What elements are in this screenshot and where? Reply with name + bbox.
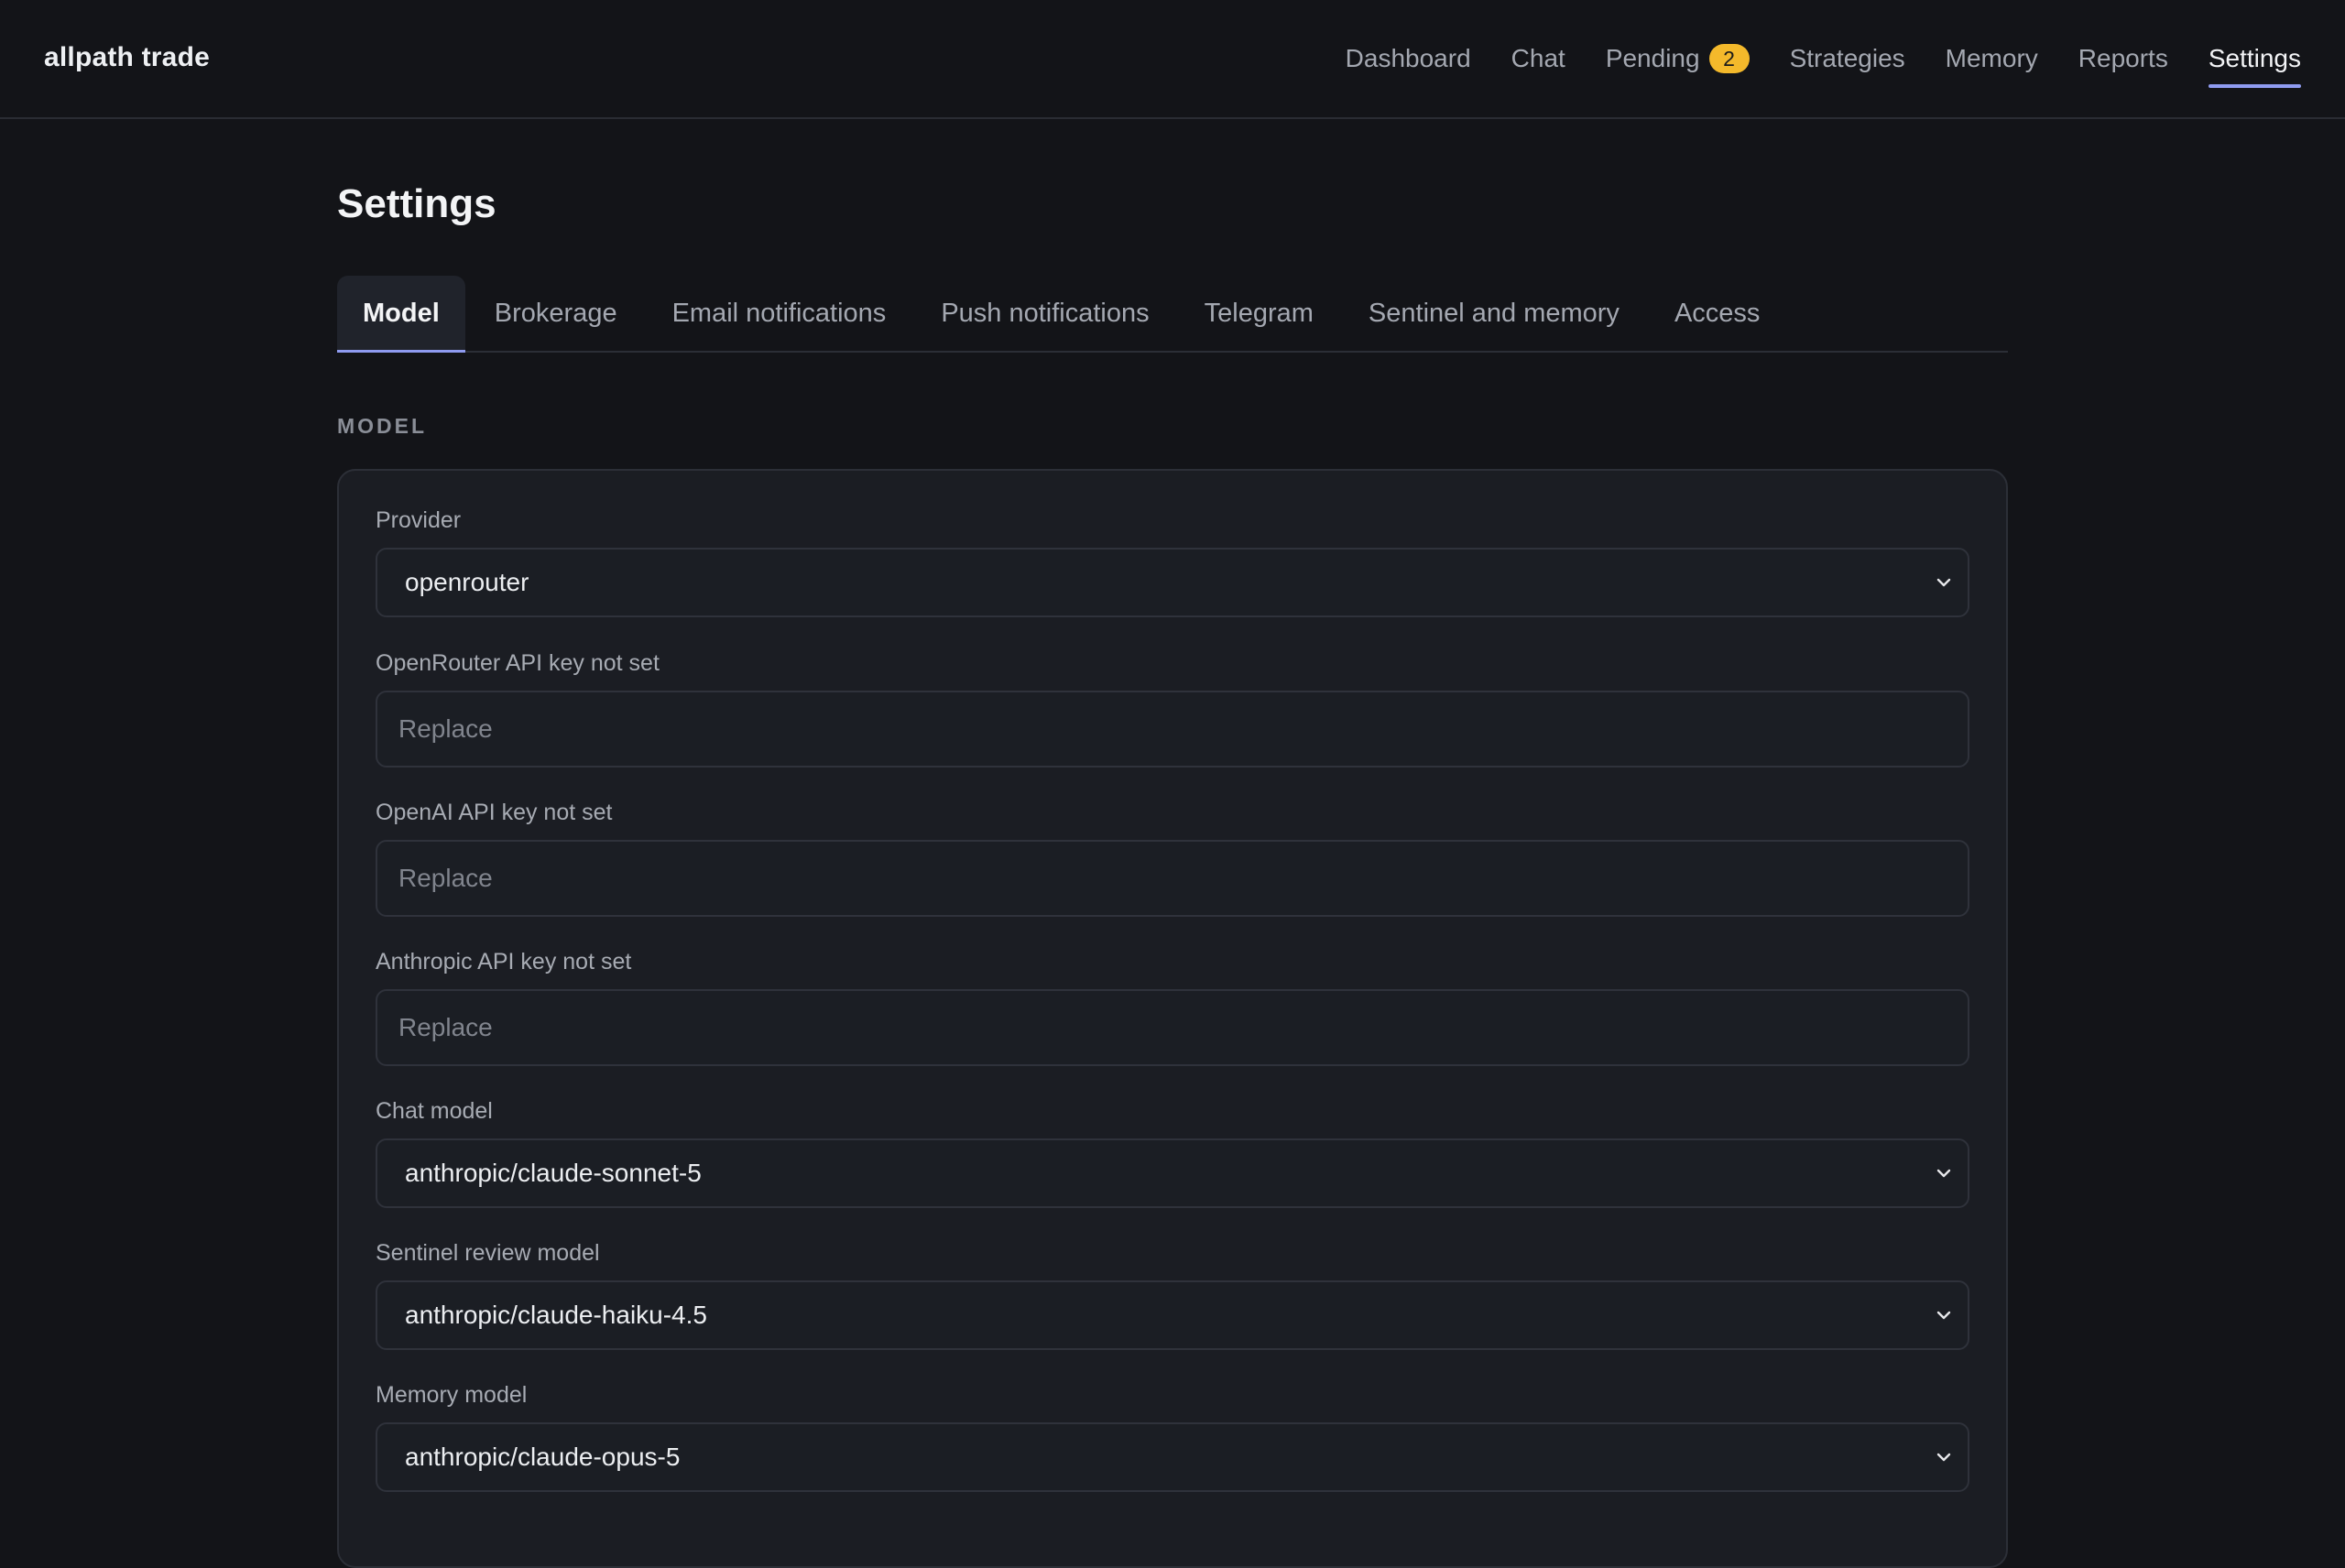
nav-item-settings[interactable]: Settings — [2208, 0, 2302, 117]
provider-value: openrouter — [405, 568, 529, 596]
tab-email-notifications[interactable]: Email notifications — [647, 276, 912, 351]
memory-model-label: Memory model — [376, 1382, 528, 1408]
openrouter-key-input[interactable]: Replace — [376, 691, 1969, 768]
anthropic-key-input[interactable]: Replace — [376, 989, 1969, 1066]
tab-telegram[interactable]: Telegram — [1179, 276, 1339, 351]
chevron-down-icon — [1936, 578, 1951, 587]
nav-item-reports[interactable]: Reports — [2078, 0, 2168, 117]
memory-model-select[interactable]: anthropic/claude-opus-5 — [376, 1422, 1969, 1492]
main-nav: Dashboard Chat Pending 2 Strategies Memo… — [1346, 0, 2302, 117]
nav-item-label: Pending — [1605, 44, 1700, 72]
provider-label: Provider — [376, 507, 462, 533]
sentinel-model-select[interactable]: anthropic/claude-haiku-4.5 — [376, 1280, 1969, 1350]
memory-model-value: anthropic/claude-opus-5 — [405, 1443, 681, 1471]
model-settings-card: Provider openrouter OpenRouter API key n… — [337, 469, 2008, 1568]
openai-key-label: OpenAI API key not set — [376, 800, 613, 825]
provider-select[interactable]: openrouter — [376, 548, 1969, 617]
nav-item-label: Dashboard — [1345, 44, 1471, 72]
openrouter-key-placeholder: Replace — [398, 714, 493, 743]
tab-access[interactable]: Access — [1649, 276, 1785, 351]
chevron-down-icon — [1936, 1453, 1951, 1462]
anthropic-key-placeholder: Replace — [398, 1013, 493, 1041]
section-heading: MODEL — [337, 414, 428, 438]
chat-model-label: Chat model — [376, 1098, 493, 1124]
brand-logo[interactable]: allpath trade — [44, 42, 210, 73]
nav-item-memory[interactable]: Memory — [1946, 0, 2038, 117]
sentinel-model-label: Sentinel review model — [376, 1240, 600, 1266]
nav-item-dashboard[interactable]: Dashboard — [1346, 0, 1471, 117]
nav-item-label: Reports — [2078, 44, 2168, 72]
nav-item-label: Strategies — [1789, 44, 1905, 72]
tab-push-notifications[interactable]: Push notifications — [915, 276, 1174, 351]
settings-tabs: Model Brokerage Email notifications Push… — [337, 276, 2008, 353]
chevron-down-icon — [1936, 1169, 1951, 1178]
openai-key-placeholder: Replace — [398, 864, 493, 892]
nav-item-label: Settings — [2208, 44, 2301, 72]
chat-model-select[interactable]: anthropic/claude-sonnet-5 — [376, 1138, 1969, 1208]
nav-item-strategies[interactable]: Strategies — [1790, 0, 1905, 117]
nav-item-pending[interactable]: Pending 2 — [1606, 0, 1750, 117]
openai-key-input[interactable]: Replace — [376, 840, 1969, 917]
nav-item-label: Memory — [1945, 44, 2038, 72]
anthropic-key-label: Anthropic API key not set — [376, 949, 632, 975]
tab-brokerage[interactable]: Brokerage — [469, 276, 643, 351]
chevron-down-icon — [1936, 1311, 1951, 1320]
pending-count-badge: 2 — [1708, 44, 1750, 73]
page-title: Settings — [337, 181, 496, 226]
top-navbar: allpath trade Dashboard Chat Pending 2 S… — [0, 0, 2345, 119]
chat-model-value: anthropic/claude-sonnet-5 — [405, 1159, 702, 1187]
tab-model[interactable]: Model — [337, 276, 465, 353]
nav-item-label: Chat — [1511, 44, 1565, 72]
nav-item-chat[interactable]: Chat — [1511, 0, 1565, 117]
sentinel-model-value: anthropic/claude-haiku-4.5 — [405, 1301, 707, 1329]
openrouter-key-label: OpenRouter API key not set — [376, 650, 660, 676]
tab-sentinel-and-memory[interactable]: Sentinel and memory — [1343, 276, 1645, 351]
